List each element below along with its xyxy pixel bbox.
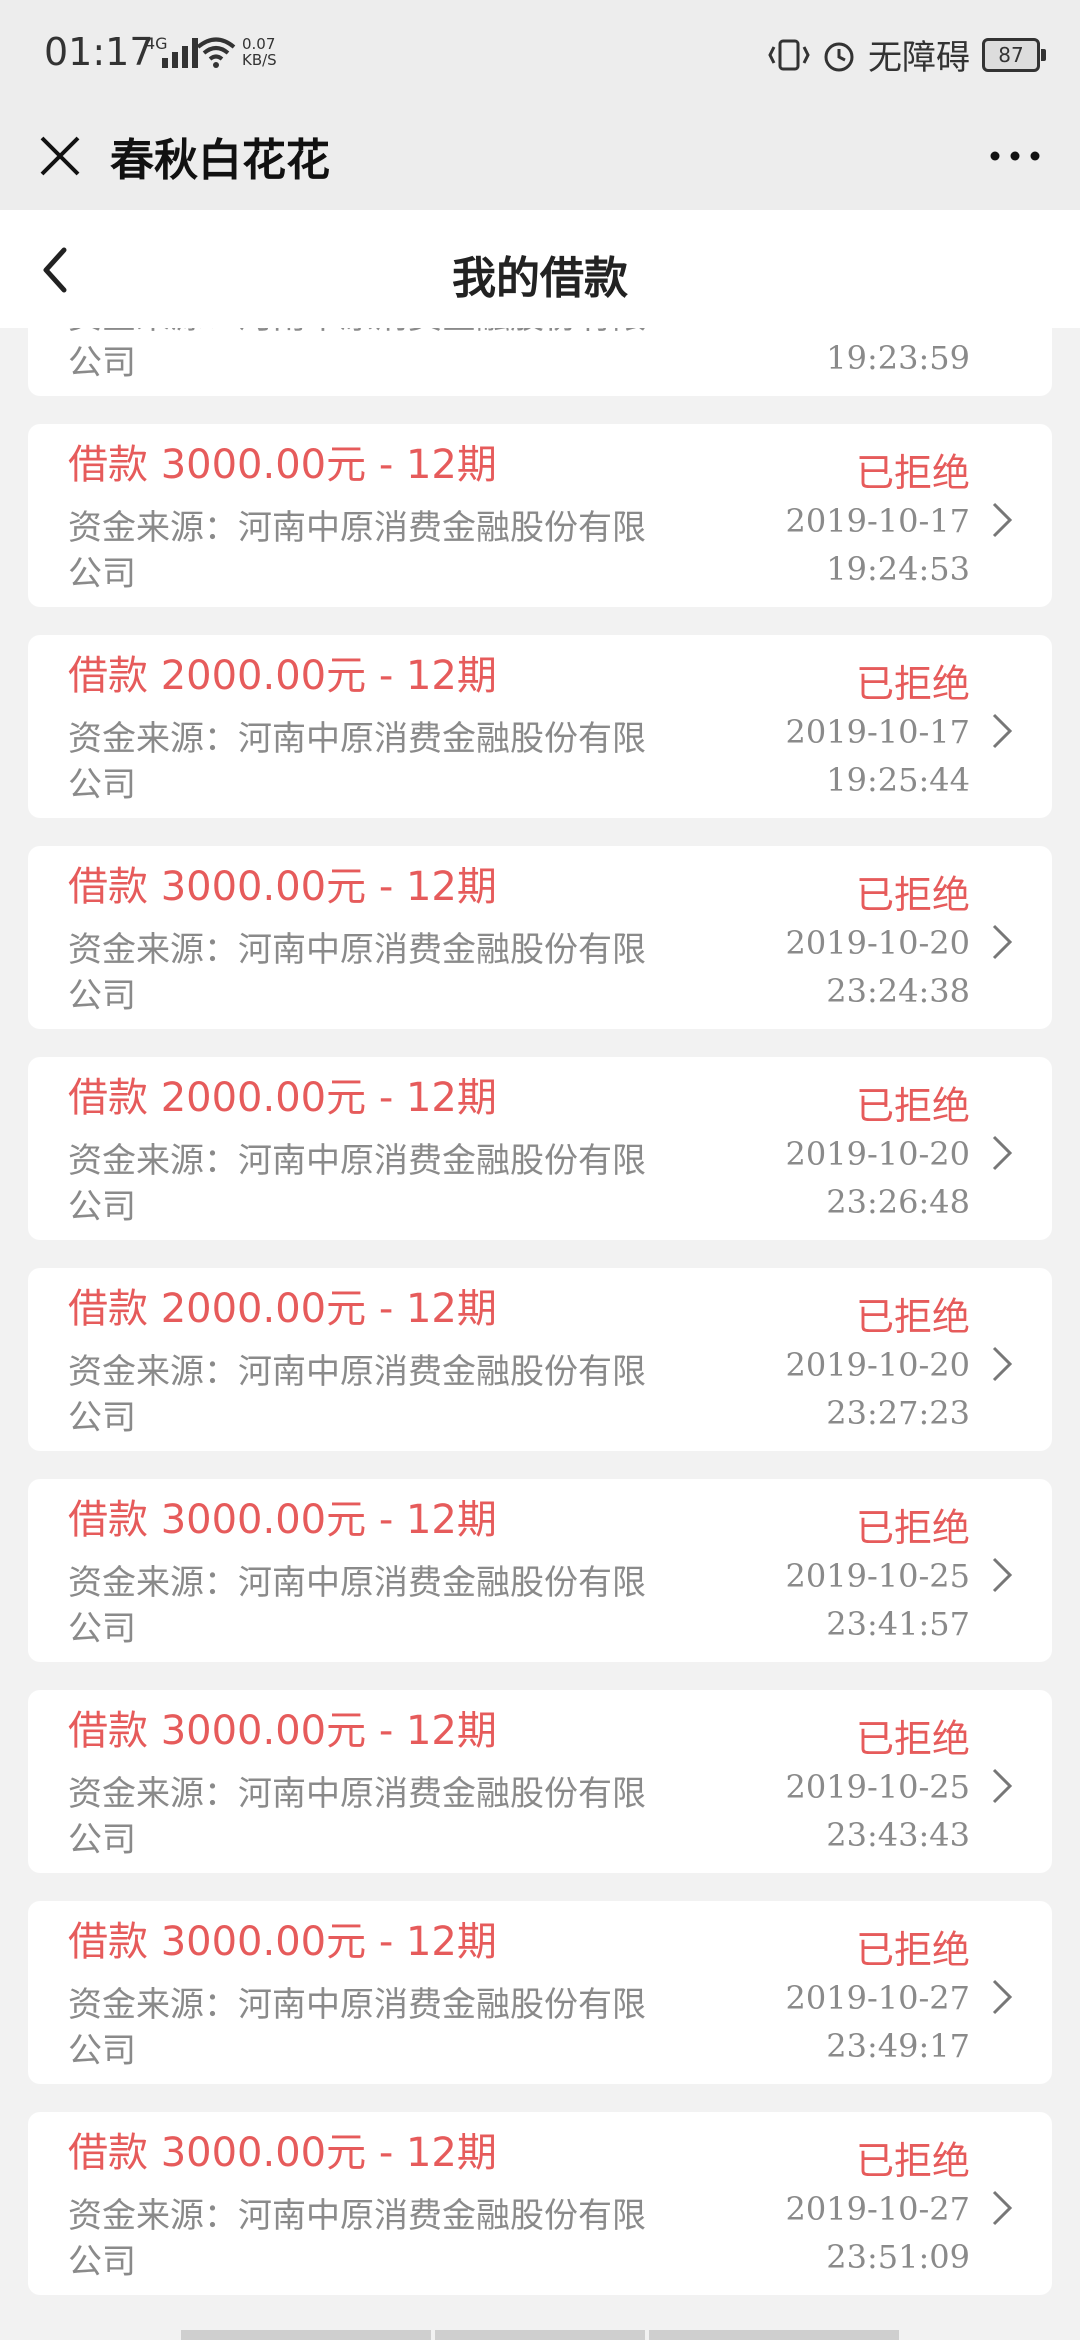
loan-time: 23:26:48 — [826, 1183, 970, 1221]
loan-source-line2: 公司 — [68, 1187, 136, 1227]
status-right: 无障碍 87 — [768, 30, 1046, 79]
chevron-right-icon — [992, 502, 1013, 538]
loan-card[interactable]: 借款 2000.00元 - 12期资金来源：河南中原消费金融股份有限 公司 已拒绝 2… — [28, 1268, 1052, 1451]
loan-source-line2: 公司 — [68, 765, 136, 805]
loan-card[interactable]: 借款 3000.00元 - 12期资金来源：河南中原消费金融股份有限公司 已拒绝 2… — [28, 424, 1052, 607]
loan-card[interactable]: 借款 3000.00元 - 12期资金来源：河南中原消费金融股份有限公司 已拒绝 2… — [28, 1901, 1052, 2084]
loan-source-line2: 公司 — [68, 2242, 136, 2282]
loan-source-line2: 公司 — [68, 343, 136, 383]
more-dots-icon[interactable] — [980, 126, 1050, 186]
loan-status: 已拒绝 — [855, 1717, 970, 1761]
chevron-right-icon — [992, 924, 1013, 960]
loan-source-line1: 资金来源：河南中原消费金融股份有限 — [68, 2196, 646, 2236]
loan-date: 2019-10-17 — [785, 713, 971, 751]
loan-amount: 借款 3000.00元 - 12期 — [68, 1497, 497, 1543]
app-bar: 春秋白花花 — [0, 104, 1080, 211]
loan-time: 23:51:09 — [826, 2238, 970, 2276]
loan-source-line2: 公司 — [68, 976, 136, 1016]
app-title: 春秋白花花 — [110, 135, 330, 186]
loan-date: 2019-10-25 — [785, 1768, 971, 1806]
chevron-right-icon — [992, 1768, 1013, 1804]
loan-time: 23:49:17 — [826, 2027, 970, 2065]
loan-card[interactable]: 借款 3000.00元 - 12期资金来源：河南中原消费金融股份有限公司 已拒绝 2… — [28, 1479, 1052, 1662]
loan-amount: 借款 3000.00元 - 12期 — [68, 1708, 497, 1754]
loan-source-line1: 资金来源：河南中原消费金融股份有限 — [68, 1985, 646, 2025]
loan-source-line1: 资金来源：河南中原消费金融股份有限 — [68, 1563, 646, 1603]
chevron-right-icon — [992, 2190, 1013, 2226]
loan-status: 已拒绝 — [855, 873, 970, 917]
chevron-right-icon — [992, 1346, 1013, 1382]
loan-date: 2019-10-27 — [785, 1979, 971, 2017]
chevron-right-icon — [992, 1135, 1013, 1171]
loan-amount: 借款 3000.00元 - 12期 — [68, 442, 497, 488]
close-icon[interactable] — [30, 126, 90, 186]
loan-date: 2019-10-17 — [785, 502, 971, 540]
loan-card[interactable]: 借款 2000.00元 - 12期资金来源：河南中原消费金融股份有限 公司 已拒绝 2… — [28, 635, 1052, 818]
chevron-right-icon — [992, 713, 1013, 749]
loan-amount: 借款 2000.00元 - 12期 — [68, 1286, 497, 1332]
loan-card[interactable]: 借款 2000.00元 - 12期资金来源：河南中原消费金融股份有限 公司 已拒绝 2… — [28, 1057, 1052, 1240]
loan-status: 已拒绝 — [855, 662, 970, 706]
loan-status: 已拒绝 — [855, 1506, 970, 1550]
wifi-icon — [196, 37, 236, 68]
loan-card[interactable]: 借款 3000.00元 - 12期资金来源：河南中原消费金融股份有限公司 已拒绝 2… — [28, 2112, 1052, 2295]
loan-date: 2019-10-20 — [785, 1135, 971, 1173]
loan-source-line1: 资金来源：河南中原消费金融股份有限 — [68, 1774, 646, 1814]
loan-source-line1: 资金来源：河南中原消费金融股份有限 — [68, 508, 646, 548]
loan-source-line2: 公司 — [68, 1820, 136, 1860]
loan-amount: 借款 3000.00元 - 12期 — [68, 2130, 497, 2176]
loan-source-line1: 资金来源：河南中原消费金融股份有限 — [68, 1141, 646, 1181]
loan-list[interactable]: 借款 3000.00元 - 12期资金来源：河南中原消费金融股份有限公司已拒绝2… — [0, 328, 1080, 2340]
loan-status: 已拒绝 — [855, 2139, 970, 2183]
alarm-icon — [824, 42, 854, 71]
loan-status: 已拒绝 — [855, 1928, 970, 1972]
scroll-indicator — [0, 2330, 1080, 2340]
chevron-right-icon — [992, 1557, 1013, 1593]
loan-amount: 借款 3000.00元 - 12期 — [68, 864, 497, 910]
net-speed-unit: KB/S — [242, 51, 277, 69]
loan-amount: 借款 3000.00元 - 12期 — [68, 1919, 497, 1965]
loan-source-line2: 公司 — [68, 1398, 136, 1438]
loan-amount: 借款 2000.00元 - 12期 — [68, 1075, 497, 1121]
loan-time: 19:23:59 — [826, 339, 970, 377]
status-bar: 01:17 4G 0.07 KB/S 无障碍 87 — [0, 0, 1080, 104]
loan-date: 2019-10-20 — [785, 924, 971, 962]
accessibility-label: 无障碍 — [868, 38, 970, 78]
loan-list-inner: 借款 3000.00元 - 12期资金来源：河南中原消费金融股份有限公司已拒绝2… — [0, 328, 1080, 2323]
page-title: 我的借款 — [452, 253, 628, 304]
loan-source-line2: 公司 — [68, 2031, 136, 2071]
vibrate-icon — [768, 39, 810, 70]
loan-status: 已拒绝 — [855, 1295, 970, 1339]
chevron-right-icon — [992, 1979, 1013, 2015]
loan-card[interactable]: 借款 3000.00元 - 12期资金来源：河南中原消费金融股份有限公司已拒绝2… — [28, 328, 1052, 396]
loan-date: 2019-10-25 — [785, 1557, 971, 1595]
loan-card[interactable]: 借款 3000.00元 - 12期资金来源：河南中原消费金融股份有限公司 已拒绝 2… — [28, 846, 1052, 1029]
loan-source-line1: 资金来源：河南中原消费金融股份有限 — [68, 1352, 646, 1392]
loan-source-line2: 公司 — [68, 1609, 136, 1649]
loan-source-line2: 公司 — [68, 554, 136, 594]
loan-date: 2019-10-27 — [785, 2190, 971, 2228]
loan-card[interactable]: 借款 3000.00元 - 12期资金来源：河南中原消费金融股份有限公司 已拒绝 2… — [28, 1690, 1052, 1873]
loan-time: 19:25:44 — [826, 761, 970, 799]
page-header: 我的借款 — [0, 210, 1080, 328]
loan-time: 23:41:57 — [826, 1605, 970, 1643]
net-speed: 0.07 KB/S — [242, 36, 277, 68]
loan-time: 23:27:23 — [826, 1394, 970, 1432]
chevron-right-icon — [988, 328, 1016, 331]
loan-source-line1: 资金来源：河南中原消费金融股份有限 — [68, 328, 646, 338]
cell-signal-icon — [162, 36, 198, 68]
loan-date: 2019-10-20 — [785, 1346, 971, 1384]
loan-time: 19:24:53 — [826, 550, 970, 588]
loan-time: 23:24:38 — [826, 972, 970, 1010]
loan-source-line1: 资金来源：河南中原消费金融股份有限 — [68, 930, 646, 970]
status-time: 01:17 — [44, 30, 154, 74]
loan-source-line1: 资金来源：河南中原消费金融股份有限 — [68, 719, 646, 759]
loan-date: 2019-10-17 — [786, 328, 971, 329]
loan-status: 已拒绝 — [855, 451, 970, 495]
battery-icon: 87 — [982, 37, 1046, 72]
loan-status: 已拒绝 — [855, 1084, 970, 1128]
loan-time: 23:43:43 — [826, 1816, 970, 1854]
loan-amount: 借款 2000.00元 - 12期 — [68, 653, 497, 699]
